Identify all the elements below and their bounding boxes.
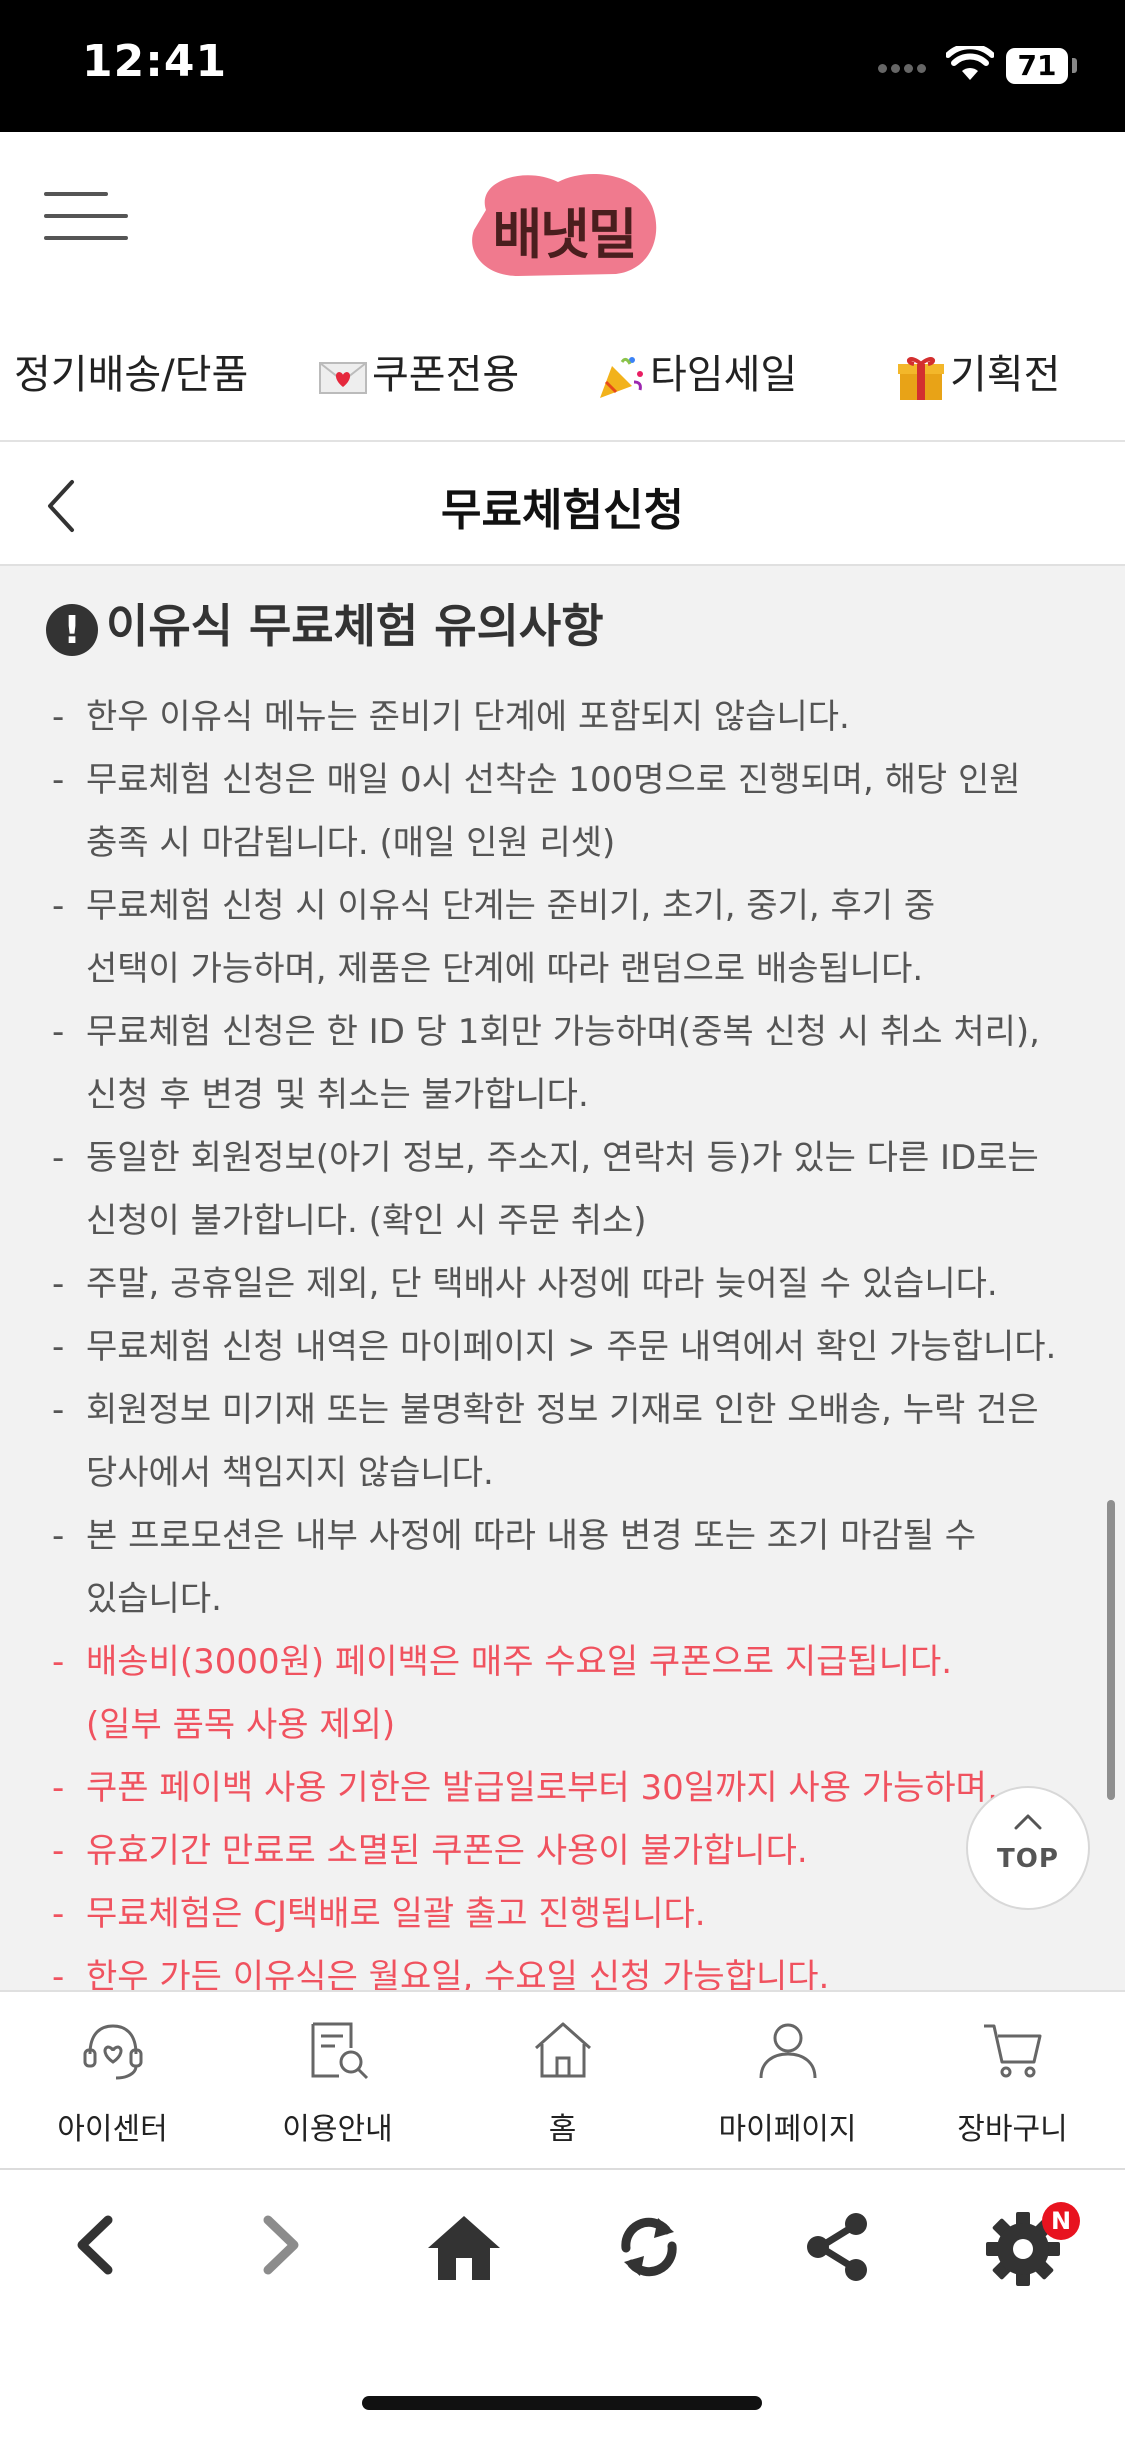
notice-item: 무료체험 신청은 한 ID 당 1회만 가능하며(중복 신청 시 취소 처리), [48,1001,1078,1064]
tab-home[interactable]: 홈 [450,1992,675,2168]
notice-item: 주말, 공휴일은 제외, 단 택배사 사정에 따라 늦어질 수 있습니다. [48,1253,1078,1316]
home-indicator [362,2396,762,2410]
tab-label: 아이센터 [57,2112,168,2147]
menu-icon[interactable] [44,190,128,246]
signal-icon [878,58,934,73]
notice-item-continuation: 충족 시 마감됩니다. (매일 인원 리셋) [86,823,616,863]
notice-item: 무료체험 신청 시 이유식 단계는 준비기, 초기, 중기, 후기 중 [48,875,1078,938]
notice-item: 한우 이유식 메뉴는 준비기 단계에 포함되지 않습니다. [48,686,1078,749]
notice-item: 동일한 회원정보(아기 정보, 주소지, 연락처 등)가 있는 다른 ID로는 [48,1127,1078,1190]
browser-forward-icon[interactable] [250,2210,310,2280]
person-icon [759,2023,817,2079]
title-bar: 무료체험신청 [0,442,1125,566]
tab-guide[interactable]: 이용안내 [225,1992,450,2168]
notice-item: 무료체험 신청은 매일 0시 선착순 100명으로 진행되며, 해당 인원 [48,749,1078,812]
category-label: 타임세일 [650,352,798,398]
document-search-icon [311,2022,369,2080]
category-item-coupon[interactable]: 쿠폰전용 [318,342,519,400]
settings-badge: N [1042,2202,1080,2240]
notice-item: 유효기간 만료로 소멸된 쿠폰은 사용이 불가합니다. [48,1820,1078,1883]
notice-item-continuation: 있습니다. [86,1579,222,1619]
notice-item-continuation: 신청 후 변경 및 취소는 불가합니다. [86,1075,589,1115]
love-letter-icon [319,362,367,394]
exclamation-icon: ! [46,603,98,656]
refresh-icon[interactable] [614,2210,684,2284]
notice-heading-text: 이유식 무료체험 유의사항 [106,599,604,653]
wifi-icon [946,46,994,80]
status-time: 12:41 [82,36,228,87]
scroll-top-button[interactable]: TOP [966,1786,1090,1910]
top-label: TOP [997,1844,1059,1874]
logo[interactable]: 배냇밀 [466,190,662,269]
notice-item-continuation: 신청이 불가합니다. (확인 시 주문 취소) [86,1201,647,1241]
tab-cart[interactable]: 장바구니 [900,1992,1125,2168]
notice-list: 한우 이유식 메뉴는 준비기 단계에 포함되지 않습니다.무료체험 신청은 매일… [48,686,1078,1990]
party-popper-icon [600,357,643,398]
scrollbar[interactable] [1107,1500,1115,1800]
tab-kids-center[interactable]: 아이센터 [0,1992,225,2168]
notice-content[interactable]: !이유식 무료체험 유의사항 한우 이유식 메뉴는 준비기 단계에 포함되지 않… [0,566,1125,1990]
notice-item: 무료체험 신청 내역은 마이페이지 > 주문 내역에서 확인 가능합니다. [48,1316,1078,1379]
chevron-up-icon [1014,1814,1042,1830]
notice-item-continuation: (일부 품목 사용 제외) [86,1705,396,1745]
home-icon [535,2022,591,2078]
category-nav: 정기배송/단품 쿠폰전용 타임세일 기획전 [0,300,1125,442]
page-title: 무료체험신청 [441,485,684,536]
notice-item: 회원정보 미기재 또는 불명확한 정보 기재로 인한 오배송, 누락 건은 [48,1379,1078,1442]
headset-heart-icon [83,2024,143,2080]
bottom-tab-bar: 아이센터 이용안내 홈 마이페이지 장바구니 [0,1990,1125,2168]
browser-back-icon[interactable] [66,2210,126,2280]
category-item-regular[interactable]: 정기배송/단품 [14,342,248,400]
category-item-special[interactable]: 기획전 [896,342,1060,402]
tab-label: 홈 [548,2112,577,2147]
status-bar: 12:41 71 [0,0,1125,132]
category-label: 정기배송/단품 [14,352,249,398]
notice-item-continuation: 당사에서 책임지지 않습니다. [86,1453,494,1493]
category-label: 기획전 [950,352,1061,398]
notice-item: 배송비(3000원) 페이백은 매주 수요일 쿠폰으로 지급됩니다. [48,1631,1078,1694]
tab-label: 이용안내 [282,2112,393,2147]
category-item-timesale[interactable]: 타임세일 [596,342,797,402]
notice-item-continuation: 선택이 가능하며, 제품은 단계에 따라 랜덤으로 배송됩니다. [86,949,924,989]
browser-home-icon[interactable] [424,2210,504,2284]
tab-mypage[interactable]: 마이페이지 [675,1992,900,2168]
battery-icon: 71 [1006,48,1068,84]
notice-item: 쿠폰 페이백 사용 기한은 발급일로부터 30일까지 사용 가능하며, [48,1757,1078,1820]
cart-icon [984,2024,1042,2078]
battery-tip [1072,58,1077,73]
category-label: 쿠폰전용 [372,352,520,398]
tab-label: 장바구니 [957,2112,1068,2147]
notice-item: 본 프로모션은 내부 사정에 따라 내용 변경 또는 조기 마감될 수 [48,1505,1078,1568]
notice-heading: ! 이유식 무료체험 유의사항 [46,590,604,656]
notice-item: 한우 가든 이유식은 월요일, 수요일 신청 가능합니다. [48,1946,1078,1990]
gift-icon [898,357,944,400]
tab-label: 마이페이지 [718,2112,857,2147]
notice-item: 무료체험은 CJ택배로 일괄 출고 진행됩니다. [48,1883,1078,1946]
app-header: 배냇밀 [0,132,1125,300]
share-icon[interactable] [800,2210,874,2284]
